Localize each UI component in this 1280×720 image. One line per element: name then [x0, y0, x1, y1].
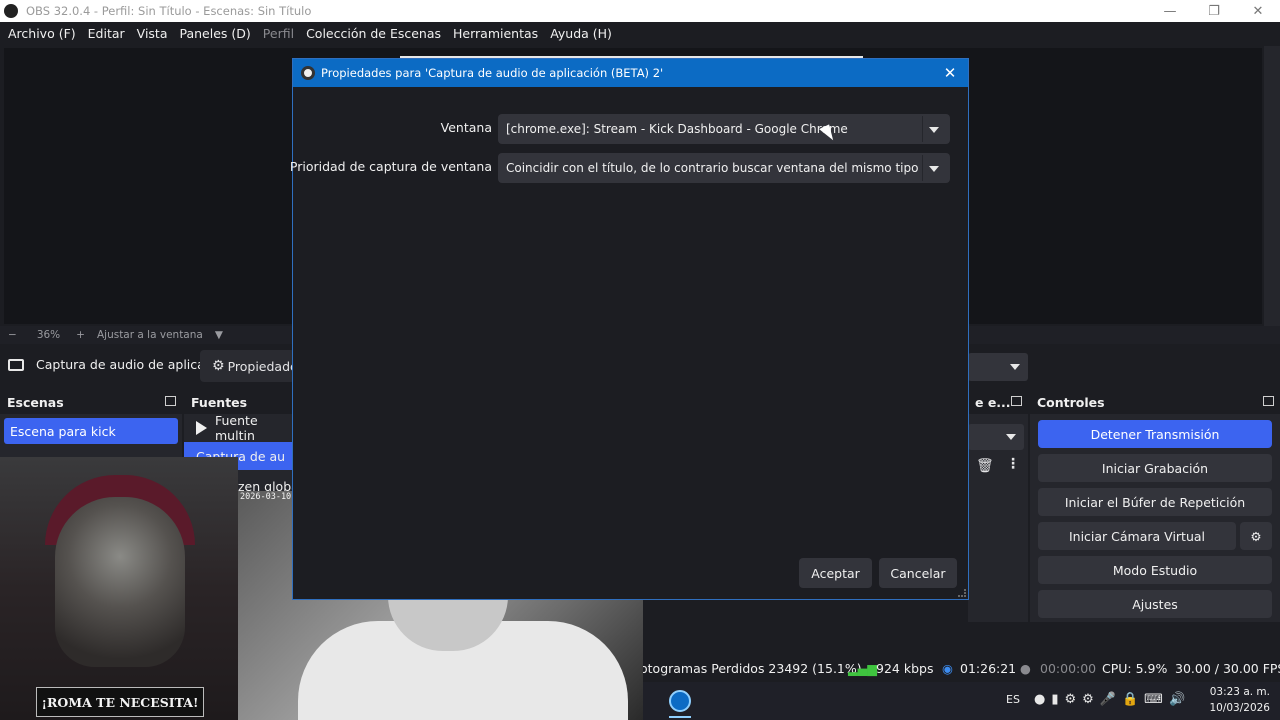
undock-icon[interactable] [1263, 396, 1274, 406]
play-icon [196, 421, 207, 435]
obs-logo-icon [301, 66, 315, 80]
close-window-icon[interactable]: ✕ [1236, 0, 1280, 22]
restore-icon[interactable]: ❐ [1192, 0, 1236, 22]
priority-field-row: Prioridad de captura de ventana Coincidi… [289, 153, 970, 183]
menu-archivo[interactable]: Archivo (F) [2, 22, 82, 46]
scenes-title: Escenas [7, 394, 64, 410]
current-source: Captura de audio de aplicac [8, 357, 212, 372]
fps: 30.00 / 30.00 FPS [1175, 661, 1280, 676]
gear-icon: ⚙ [212, 358, 225, 374]
undock-icon[interactable] [165, 396, 176, 406]
close-icon[interactable]: ✕ [940, 63, 960, 83]
scene-item[interactable]: Escena para kick [4, 418, 178, 444]
obs-taskbar-icon[interactable] [669, 690, 691, 712]
menu-vista[interactable]: Vista [131, 22, 174, 46]
preview-scrollbar[interactable] [1264, 46, 1280, 326]
stream-time: 01:26:21 [960, 661, 1017, 676]
bitrate: 924 kbps [876, 661, 934, 676]
cancel-button[interactable]: Cancelar [879, 558, 957, 588]
priority-select[interactable]: Coincidir con el título, de lo contrario… [498, 153, 950, 183]
window-controls: — ❐ ✕ [1148, 0, 1280, 22]
roman-soldier-image [55, 497, 185, 667]
cpu-usage: CPU: 5.9% [1102, 661, 1168, 676]
record-icon: ● [1020, 661, 1031, 676]
virtual-camera-settings-icon[interactable]: ⚙ [1240, 522, 1272, 550]
properties-button[interactable]: ⚙ Propiedade [200, 350, 298, 382]
menubar: Archivo (F) Editar Vista Paneles (D) Per… [0, 22, 1280, 46]
dropped-frames: otogramas Perdidos 23492 (15.1%) [640, 661, 862, 676]
window-field-label: Ventana [440, 120, 492, 135]
menu-herramientas[interactable]: Herramientas [447, 22, 544, 46]
tray-icons[interactable]: ●▮⚙⚙🎤🔒⌨🔊 [1034, 692, 1191, 707]
mixer-dock: e e... 🗑 ⋮ [968, 390, 1028, 622]
chevron-down-icon [922, 155, 944, 181]
scenes-header: Escenas [0, 390, 182, 414]
priority-select-value: Coincidir con el título, de lo contrario… [506, 161, 919, 175]
window-select-value: [chrome.exe]: Stream - Kick Dashboard - … [506, 122, 848, 136]
sources-header: Fuentes [184, 390, 294, 414]
undock-icon[interactable] [1011, 396, 1022, 406]
clock-date[interactable]: 10/03/2026 [1208, 702, 1270, 714]
poster-banner: ¡ROMA TE NECESITA! [36, 687, 204, 717]
menu-coleccion-escenas[interactable]: Colección de Escenas [300, 22, 447, 46]
signal-icon: ▂▄▆ [848, 661, 877, 676]
properties-label: Propiedade [227, 358, 298, 374]
roma-poster-overlay: ¡ROMA TE NECESITA! [0, 457, 238, 720]
menu-editar[interactable]: Editar [82, 22, 131, 46]
window-title: OBS 32.0.4 - Perfil: Sin Título - Escena… [26, 4, 312, 18]
controls-title: Controles [1037, 394, 1105, 410]
language-indicator[interactable]: ES [1006, 693, 1020, 706]
settings-button[interactable]: Ajustes [1038, 590, 1272, 618]
sources-title: Fuentes [191, 394, 248, 410]
dialog-title: Propiedades para 'Captura de audio de ap… [321, 66, 664, 80]
start-recording-button[interactable]: Iniciar Grabación [1038, 454, 1272, 482]
zoom-value: 36% [36, 329, 61, 341]
trash-icon[interactable]: 🗑 [976, 458, 994, 474]
resize-grip-icon[interactable] [958, 589, 966, 597]
minimize-icon[interactable]: — [1148, 0, 1192, 22]
source-item[interactable]: Fuente multin [184, 413, 294, 443]
mixer-header: e e... [968, 390, 1028, 414]
controls-header: Controles [1030, 390, 1280, 414]
menu-paneles[interactable]: Paneles (D) [174, 22, 257, 46]
mixer-title: e e... [975, 394, 1011, 410]
accept-button[interactable]: Aceptar [799, 558, 872, 588]
current-source-label: Captura de audio de aplicac [36, 357, 212, 372]
more-icon[interactable]: ⋮ [1006, 456, 1020, 472]
zoom-in-button[interactable]: + [76, 329, 85, 341]
obs-logo-icon [4, 4, 18, 18]
replay-buffer-button[interactable]: Iniciar el Búfer de Repetición [1038, 488, 1272, 516]
window-field-row: Ventana [chrome.exe]: Stream - Kick Dash… [293, 114, 970, 144]
mixer-dropdown[interactable] [968, 424, 1024, 450]
virtual-camera-row: Iniciar Cámara Virtual ⚙ [1038, 522, 1272, 550]
menu-ayuda[interactable]: Ayuda (H) [544, 22, 618, 46]
active-indicator [669, 716, 691, 718]
stop-stream-button[interactable]: Detener Transmisión [1038, 420, 1272, 448]
studio-mode-button[interactable]: Modo Estudio [1038, 556, 1272, 584]
record-time: 00:00:00 [1040, 661, 1097, 676]
source-item-label: Fuente multin [215, 413, 258, 443]
zoom-dropdown-icon[interactable]: ▼ [215, 329, 223, 341]
virtual-camera-button[interactable]: Iniciar Cámara Virtual [1038, 522, 1236, 550]
window-capture-icon [8, 358, 24, 371]
chevron-down-icon [1010, 364, 1020, 370]
zoom-out-button[interactable]: − [8, 329, 17, 341]
window-select[interactable]: [chrome.exe]: Stream - Kick Dashboard - … [498, 114, 950, 144]
stream-icon: ◉ [942, 661, 953, 676]
controls-dock: Controles Detener Transmisión Iniciar Gr… [1030, 390, 1280, 622]
chevron-down-icon [1006, 434, 1016, 440]
menu-perfil[interactable]: Perfil [257, 22, 300, 46]
clock-time[interactable]: 03:23 a. m. [1208, 686, 1270, 698]
dialog-titlebar: Propiedades para 'Captura de audio de ap… [293, 59, 968, 87]
properties-dialog: Propiedades para 'Captura de audio de ap… [289, 58, 970, 600]
fit-window-label[interactable]: Ajustar a la ventana [97, 329, 203, 341]
priority-field-label: Prioridad de captura de ventana [289, 159, 492, 174]
source-toolbar-dropdown[interactable] [968, 353, 1028, 381]
chevron-down-icon [922, 116, 944, 142]
window-titlebar: OBS 32.0.4 - Perfil: Sin Título - Escena… [0, 0, 1280, 22]
